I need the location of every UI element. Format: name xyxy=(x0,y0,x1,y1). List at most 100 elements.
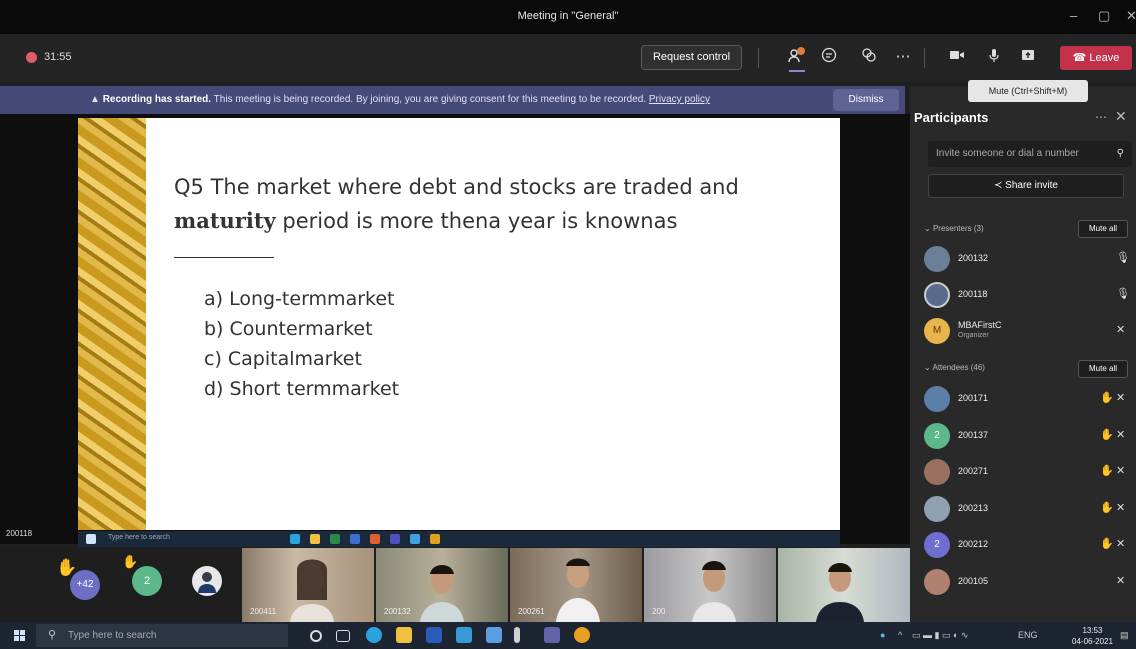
mic-off-icon[interactable]: ✕ xyxy=(1116,501,1125,514)
hang-up-icon: ☎ xyxy=(1072,52,1087,64)
language-indicator[interactable]: ENG xyxy=(1018,630,1038,640)
video-label: 200411 xyxy=(250,607,277,616)
tray-icons[interactable]: ▭ ▬ ▮ ▭ ◐ ∿ xyxy=(912,630,968,641)
leave-button[interactable]: ☎ Leave xyxy=(1060,46,1132,70)
word-icon[interactable] xyxy=(426,627,442,643)
slide-content: Q5 The market where debt and stocks are … xyxy=(174,170,814,404)
avatar: M xyxy=(924,318,950,344)
participant-avatar[interactable] xyxy=(192,566,222,596)
mic-off-icon[interactable]: ✕ xyxy=(1116,464,1125,477)
answer-blank xyxy=(174,240,274,258)
question-word-maturity: maturity xyxy=(174,208,276,233)
share-screen-icon[interactable] xyxy=(1017,46,1039,68)
question-line-2: maturity period is more thena year is kn… xyxy=(174,204,814,238)
participant-row[interactable]: 200118 🎙 xyxy=(924,280,1130,314)
chrome-icon[interactable] xyxy=(574,627,590,643)
video-tile[interactable]: 200 xyxy=(644,548,776,622)
share-icon: ≺ xyxy=(994,180,1006,191)
presenters-header-label: Presenters (3) xyxy=(932,224,984,233)
participant-avatar[interactable]: 2 xyxy=(132,566,162,596)
chrome-icon xyxy=(430,534,440,544)
presenters-header[interactable]: ⌄ Presenters (3) xyxy=(924,224,984,233)
participants-icon[interactable] xyxy=(786,46,808,72)
question-line-1: Q5 The market where debt and stocks are … xyxy=(174,175,739,199)
notifications-icon[interactable]: ▤ xyxy=(1120,630,1129,641)
minimize-icon[interactable]: – xyxy=(1070,8,1077,23)
reactions-icon[interactable] xyxy=(858,46,880,68)
mic-off-icon[interactable]: ✕ xyxy=(1116,537,1125,550)
more-options-icon[interactable]: ⋯ xyxy=(1095,110,1107,124)
task-view-icon[interactable] xyxy=(336,630,350,642)
option-d: d) Short termmarket xyxy=(204,378,400,400)
recording-message: ▲ Recording has started. This meeting is… xyxy=(90,94,710,105)
microphone-icon[interactable]: 🎙 xyxy=(1116,251,1130,264)
close-icon[interactable]: ✕ xyxy=(1115,108,1127,125)
slide-decoration xyxy=(78,118,146,530)
store-icon[interactable] xyxy=(456,627,472,643)
mic-off-icon[interactable]: ✕ xyxy=(1116,323,1125,336)
mic-off-icon[interactable]: ✕ xyxy=(1116,428,1125,441)
video-label: 200261 xyxy=(518,607,545,616)
windows-taskbar: ⚲ Type here to search ● ^ ▭ ▬ ▮ ▭ ◐ ∿ EN… xyxy=(0,622,1136,649)
tray-app-icon[interactable]: ● xyxy=(880,630,885,640)
raised-hands-count[interactable]: +42 xyxy=(70,570,100,600)
participant-name: 200137 xyxy=(958,430,989,440)
participant-row[interactable]: 200271 ✋ ✕ xyxy=(924,457,1130,491)
maximize-icon[interactable]: ▢ xyxy=(1098,8,1110,24)
request-control-button[interactable]: Request control xyxy=(641,45,742,70)
dismiss-button[interactable]: Dismiss xyxy=(833,89,899,111)
taskbar-search-input[interactable]: ⚲ Type here to search xyxy=(36,624,288,647)
privacy-policy-link[interactable]: Privacy policy xyxy=(649,94,710,105)
dropbox-icon[interactable] xyxy=(486,627,502,643)
participant-row[interactable]: M MBAFirstC Organizer ✕ xyxy=(924,316,1130,350)
teams-icon[interactable] xyxy=(544,627,560,643)
file-explorer-icon[interactable] xyxy=(396,627,412,643)
participant-row[interactable]: 200171 ✋ ✕ xyxy=(924,384,1130,418)
video-gallery: ✋ +42 ✋ 2 200411 200132 200261 200 xyxy=(0,548,910,622)
mic-off-icon[interactable]: ✕ xyxy=(1116,391,1125,404)
invite-input[interactable]: Invite someone or dial a number ⚲ xyxy=(928,141,1132,167)
share-invite-button[interactable]: ≺ Share invite xyxy=(928,174,1124,198)
participant-row[interactable]: 200132 🎙 xyxy=(924,244,1130,278)
mic-off-icon[interactable]: ✕ xyxy=(1116,574,1125,587)
app-icon xyxy=(330,534,340,544)
avatar xyxy=(924,282,950,308)
warning-icon: ▲ xyxy=(90,94,103,105)
tray-chevron-icon[interactable]: ^ xyxy=(898,630,902,640)
mini-search-text: Type here to search xyxy=(108,534,170,541)
microphone-icon[interactable]: 🎙 xyxy=(1116,287,1130,300)
attendees-header[interactable]: ⌄ Attendees (46) xyxy=(924,363,985,372)
presenter-taskbar: Type here to search xyxy=(78,531,840,547)
mute-all-attendees-button[interactable]: Mute all xyxy=(1078,360,1128,378)
meeting-toolbar: 31:55 Request control ⋯ ☎ Leave xyxy=(0,34,1136,82)
raised-hand-icon: ✋ xyxy=(1100,502,1114,514)
mute-all-presenters-button[interactable]: Mute all xyxy=(1078,220,1128,238)
meeting-timer: 31:55 xyxy=(44,51,72,63)
windows-icon xyxy=(86,534,96,544)
participant-row[interactable]: 2 200137 ✋ ✕ xyxy=(924,421,1130,455)
video-tile[interactable]: 200411 xyxy=(242,548,374,622)
microphone-icon[interactable] xyxy=(983,46,1005,68)
participant-name: 200132 xyxy=(958,253,989,263)
video-tile[interactable]: 200261 xyxy=(510,548,642,622)
chat-icon[interactable] xyxy=(818,46,840,68)
close-window-icon[interactable]: ✕ xyxy=(1126,8,1136,24)
recording-bold: Recording has started. xyxy=(102,94,212,105)
option-a: a) Long-termmarket xyxy=(204,288,395,310)
taskbar-clock[interactable]: 13:53 04-06-2021 xyxy=(1072,625,1113,647)
video-tile[interactable]: 200132 xyxy=(376,548,508,622)
participant-row[interactable]: 200213 ✋ ✕ xyxy=(924,494,1130,528)
avatar xyxy=(924,459,950,485)
participant-name: 200105 xyxy=(958,576,989,586)
more-options-icon[interactable]: ⋯ xyxy=(892,46,914,68)
participant-row[interactable]: 200105 ✕ xyxy=(924,567,1130,601)
video-tile[interactable] xyxy=(778,548,910,622)
panel-title: Participants xyxy=(914,110,989,125)
app-icon[interactable] xyxy=(514,627,520,643)
camera-icon[interactable] xyxy=(946,46,968,68)
cortana-icon[interactable] xyxy=(310,630,322,642)
edge-icon[interactable] xyxy=(366,627,382,643)
participant-row[interactable]: 2 200212 ✋ ✕ xyxy=(924,530,1130,564)
raised-hand-icon: ✋ xyxy=(1100,538,1114,550)
start-icon[interactable] xyxy=(14,630,25,641)
